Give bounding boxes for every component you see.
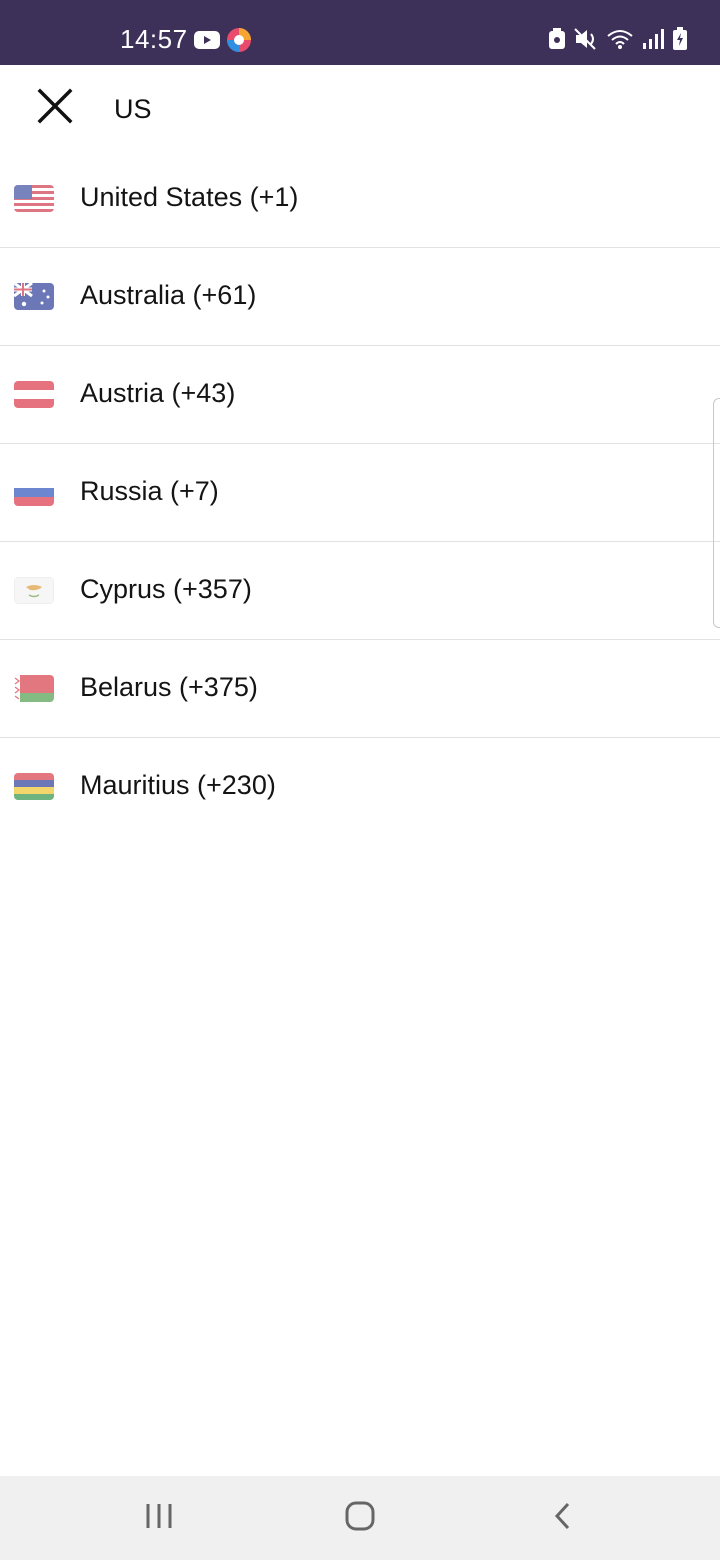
country-list: United States (+1) Australia (+61) Austr… xyxy=(0,150,720,835)
list-item[interactable]: Russia (+7) xyxy=(0,444,720,542)
youtube-icon xyxy=(194,30,220,55)
back-button[interactable] xyxy=(532,1496,592,1540)
search-header xyxy=(0,65,720,155)
flag-at-icon xyxy=(14,381,54,408)
search-input[interactable] xyxy=(114,87,674,131)
country-label: Russia (+7) xyxy=(80,476,219,506)
list-item[interactable]: Austria (+43) xyxy=(0,346,720,444)
battery-icon xyxy=(672,27,688,56)
list-item[interactable]: Mauritius (+230) xyxy=(0,738,720,835)
status-time: 14:57 xyxy=(120,24,188,54)
navigation-bar xyxy=(0,1476,720,1560)
wifi-icon xyxy=(606,28,634,55)
flag-mu-icon xyxy=(14,773,54,800)
country-label: Australia (+61) xyxy=(80,280,257,310)
country-label: United States (+1) xyxy=(80,182,299,212)
recent-apps-button[interactable] xyxy=(129,1496,189,1540)
flag-us-icon xyxy=(14,185,54,212)
country-label: Cyprus (+357) xyxy=(80,574,252,604)
status-bar: 14:57 xyxy=(0,0,720,65)
home-button[interactable] xyxy=(330,1496,390,1540)
scrollbar[interactable] xyxy=(713,398,720,628)
list-item[interactable]: Belarus (+375) xyxy=(0,640,720,738)
flag-ru-icon xyxy=(14,479,54,506)
list-item[interactable]: Australia (+61) xyxy=(0,248,720,346)
country-label: Austria (+43) xyxy=(80,378,236,408)
browser-app-icon xyxy=(226,27,252,58)
list-item[interactable]: Cyprus (+357) xyxy=(0,542,720,640)
screenshot-icon xyxy=(548,28,566,55)
country-label: Mauritius (+230) xyxy=(80,770,276,800)
mute-icon xyxy=(574,28,598,55)
list-item[interactable]: United States (+1) xyxy=(0,150,720,248)
close-icon xyxy=(37,88,73,129)
signal-icon xyxy=(642,28,664,55)
back-icon xyxy=(552,1501,572,1536)
home-icon xyxy=(344,1500,376,1537)
recent-apps-icon xyxy=(144,1502,174,1535)
flag-by-icon xyxy=(14,675,54,702)
country-label: Belarus (+375) xyxy=(80,672,258,702)
flag-cy-icon xyxy=(14,577,54,604)
flag-au-icon xyxy=(14,283,54,310)
close-button[interactable] xyxy=(30,83,80,133)
